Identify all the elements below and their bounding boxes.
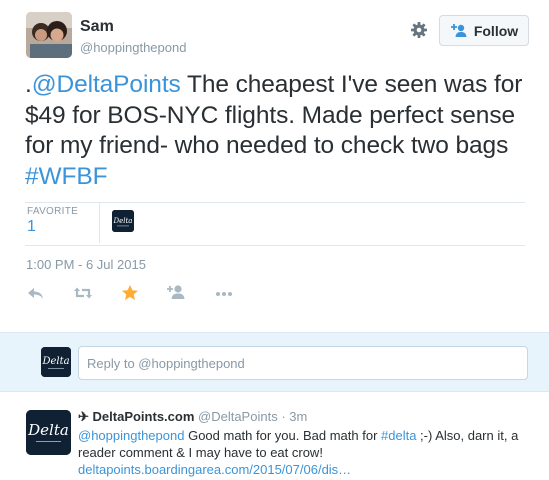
reply-author-name[interactable]: DeltaPoints.com: [93, 409, 195, 424]
follow-button[interactable]: Follow: [439, 15, 529, 46]
retweet-icon[interactable]: [73, 283, 93, 303]
mention-link[interactable]: @DeltaPoints: [32, 71, 181, 98]
svg-text:Delta: Delta: [41, 356, 69, 367]
add-user-icon[interactable]: [166, 283, 186, 303]
reply-time[interactable]: · 3m: [281, 409, 307, 424]
star-icon[interactable]: [120, 283, 140, 303]
gear-icon[interactable]: [409, 20, 429, 40]
reply-mention-link[interactable]: @hoppingthepond: [78, 428, 184, 443]
tweet-timestamp[interactable]: 1:00 PM - 6 Jul 2015: [26, 257, 146, 272]
tweet-text: .@DeltaPoints The cheapest I've seen was…: [25, 70, 535, 192]
tweet: Sam @hoppingthepond Follow .@DeltaPoints…: [0, 0, 549, 332]
favorite-count[interactable]: 1: [27, 218, 36, 236]
reply-text-1: Good math for you. Bad math for: [184, 428, 382, 443]
tweet-text-prefix: .: [25, 71, 32, 98]
author-handle[interactable]: @hoppingthepond: [80, 40, 186, 55]
reply-tweet: Delta ✈ DeltaPoints.com @DeltaPoints · 3…: [0, 393, 549, 480]
tweet-stats: FAVORITE 1 Delta: [25, 203, 525, 243]
reply-author-handle[interactable]: @DeltaPoints: [198, 409, 278, 424]
author-name[interactable]: Sam: [80, 18, 114, 36]
divider: [25, 245, 525, 246]
add-user-icon: [450, 23, 468, 38]
more-icon[interactable]: [214, 283, 234, 303]
reply-hashtag-link[interactable]: #delta: [381, 428, 416, 443]
reply-icon[interactable]: [26, 283, 46, 303]
reply-text: @hoppingthepond Good math for you. Bad m…: [78, 427, 533, 478]
reply-url-link[interactable]: deltapoints.boardingarea.com/2015/07/06/…: [78, 462, 351, 477]
reply-input[interactable]: Reply to @hoppingthepond: [78, 346, 528, 380]
favoriter-avatar[interactable]: Delta: [112, 210, 134, 232]
reply-author-avatar[interactable]: Delta: [26, 410, 71, 455]
reply-header: ✈ DeltaPoints.com @DeltaPoints · 3m: [78, 409, 307, 425]
svg-text:Delta: Delta: [27, 421, 69, 439]
reply-box: Delta Reply to @hoppingthepond: [0, 332, 549, 392]
current-user-avatar: Delta: [41, 347, 71, 377]
follow-label: Follow: [473, 22, 519, 39]
favorite-stat-label: FAVORITE: [27, 206, 79, 217]
author-avatar[interactable]: [26, 12, 72, 58]
hashtag-link[interactable]: #WFBF: [25, 163, 108, 190]
plane-icon: ✈: [78, 409, 89, 424]
stat-separator: [99, 203, 100, 243]
svg-text:Delta: Delta: [113, 217, 133, 225]
